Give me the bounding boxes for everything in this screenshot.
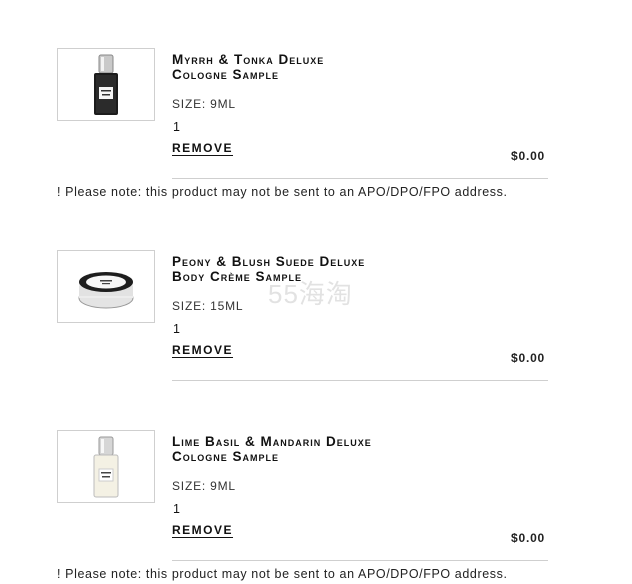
- product-image[interactable]: [57, 250, 155, 323]
- product-quantity[interactable]: 1: [173, 502, 180, 516]
- shipping-note: ! Please note: this product may not be s…: [57, 567, 508, 581]
- product-image[interactable]: [57, 48, 155, 121]
- product-size: SIZE: 15ML: [172, 299, 244, 313]
- product-size: SIZE: 9ML: [172, 97, 236, 111]
- shipping-note: ! Please note: this product may not be s…: [57, 185, 508, 199]
- cologne-bottle-light-icon: [93, 436, 119, 497]
- creme-jar-icon: [78, 271, 134, 308]
- product-quantity[interactable]: 1: [173, 120, 180, 134]
- product-title-line1: Lime Basil & Mandarin Deluxe: [172, 434, 372, 449]
- cologne-bottle-dark-icon: [94, 54, 118, 115]
- product-image[interactable]: [57, 430, 155, 503]
- divider: [172, 380, 548, 381]
- divider: [172, 560, 548, 561]
- product-title-line1: Peony & Blush Suede Deluxe: [172, 254, 366, 269]
- product-title-line2: Cologne Sample: [172, 449, 280, 464]
- product-price: $0.00: [511, 149, 546, 163]
- product-price: $0.00: [511, 531, 546, 545]
- remove-button[interactable]: REMOVE: [172, 141, 233, 155]
- product-size: SIZE: 9ML: [172, 479, 236, 493]
- watermark: 55海淘: [268, 279, 353, 309]
- product-title[interactable]: Lime Basil & Mandarin Deluxe Cologne Sam…: [172, 434, 472, 464]
- remove-button[interactable]: REMOVE: [172, 343, 233, 357]
- product-title[interactable]: Myrrh & Tonka Deluxe Cologne Sample: [172, 52, 472, 82]
- product-quantity[interactable]: 1: [173, 322, 180, 336]
- product-title-line1: Myrrh & Tonka Deluxe: [172, 52, 325, 67]
- product-title-line2: Cologne Sample: [172, 67, 280, 82]
- product-price: $0.00: [511, 351, 546, 365]
- remove-button[interactable]: REMOVE: [172, 523, 233, 537]
- divider: [172, 178, 548, 179]
